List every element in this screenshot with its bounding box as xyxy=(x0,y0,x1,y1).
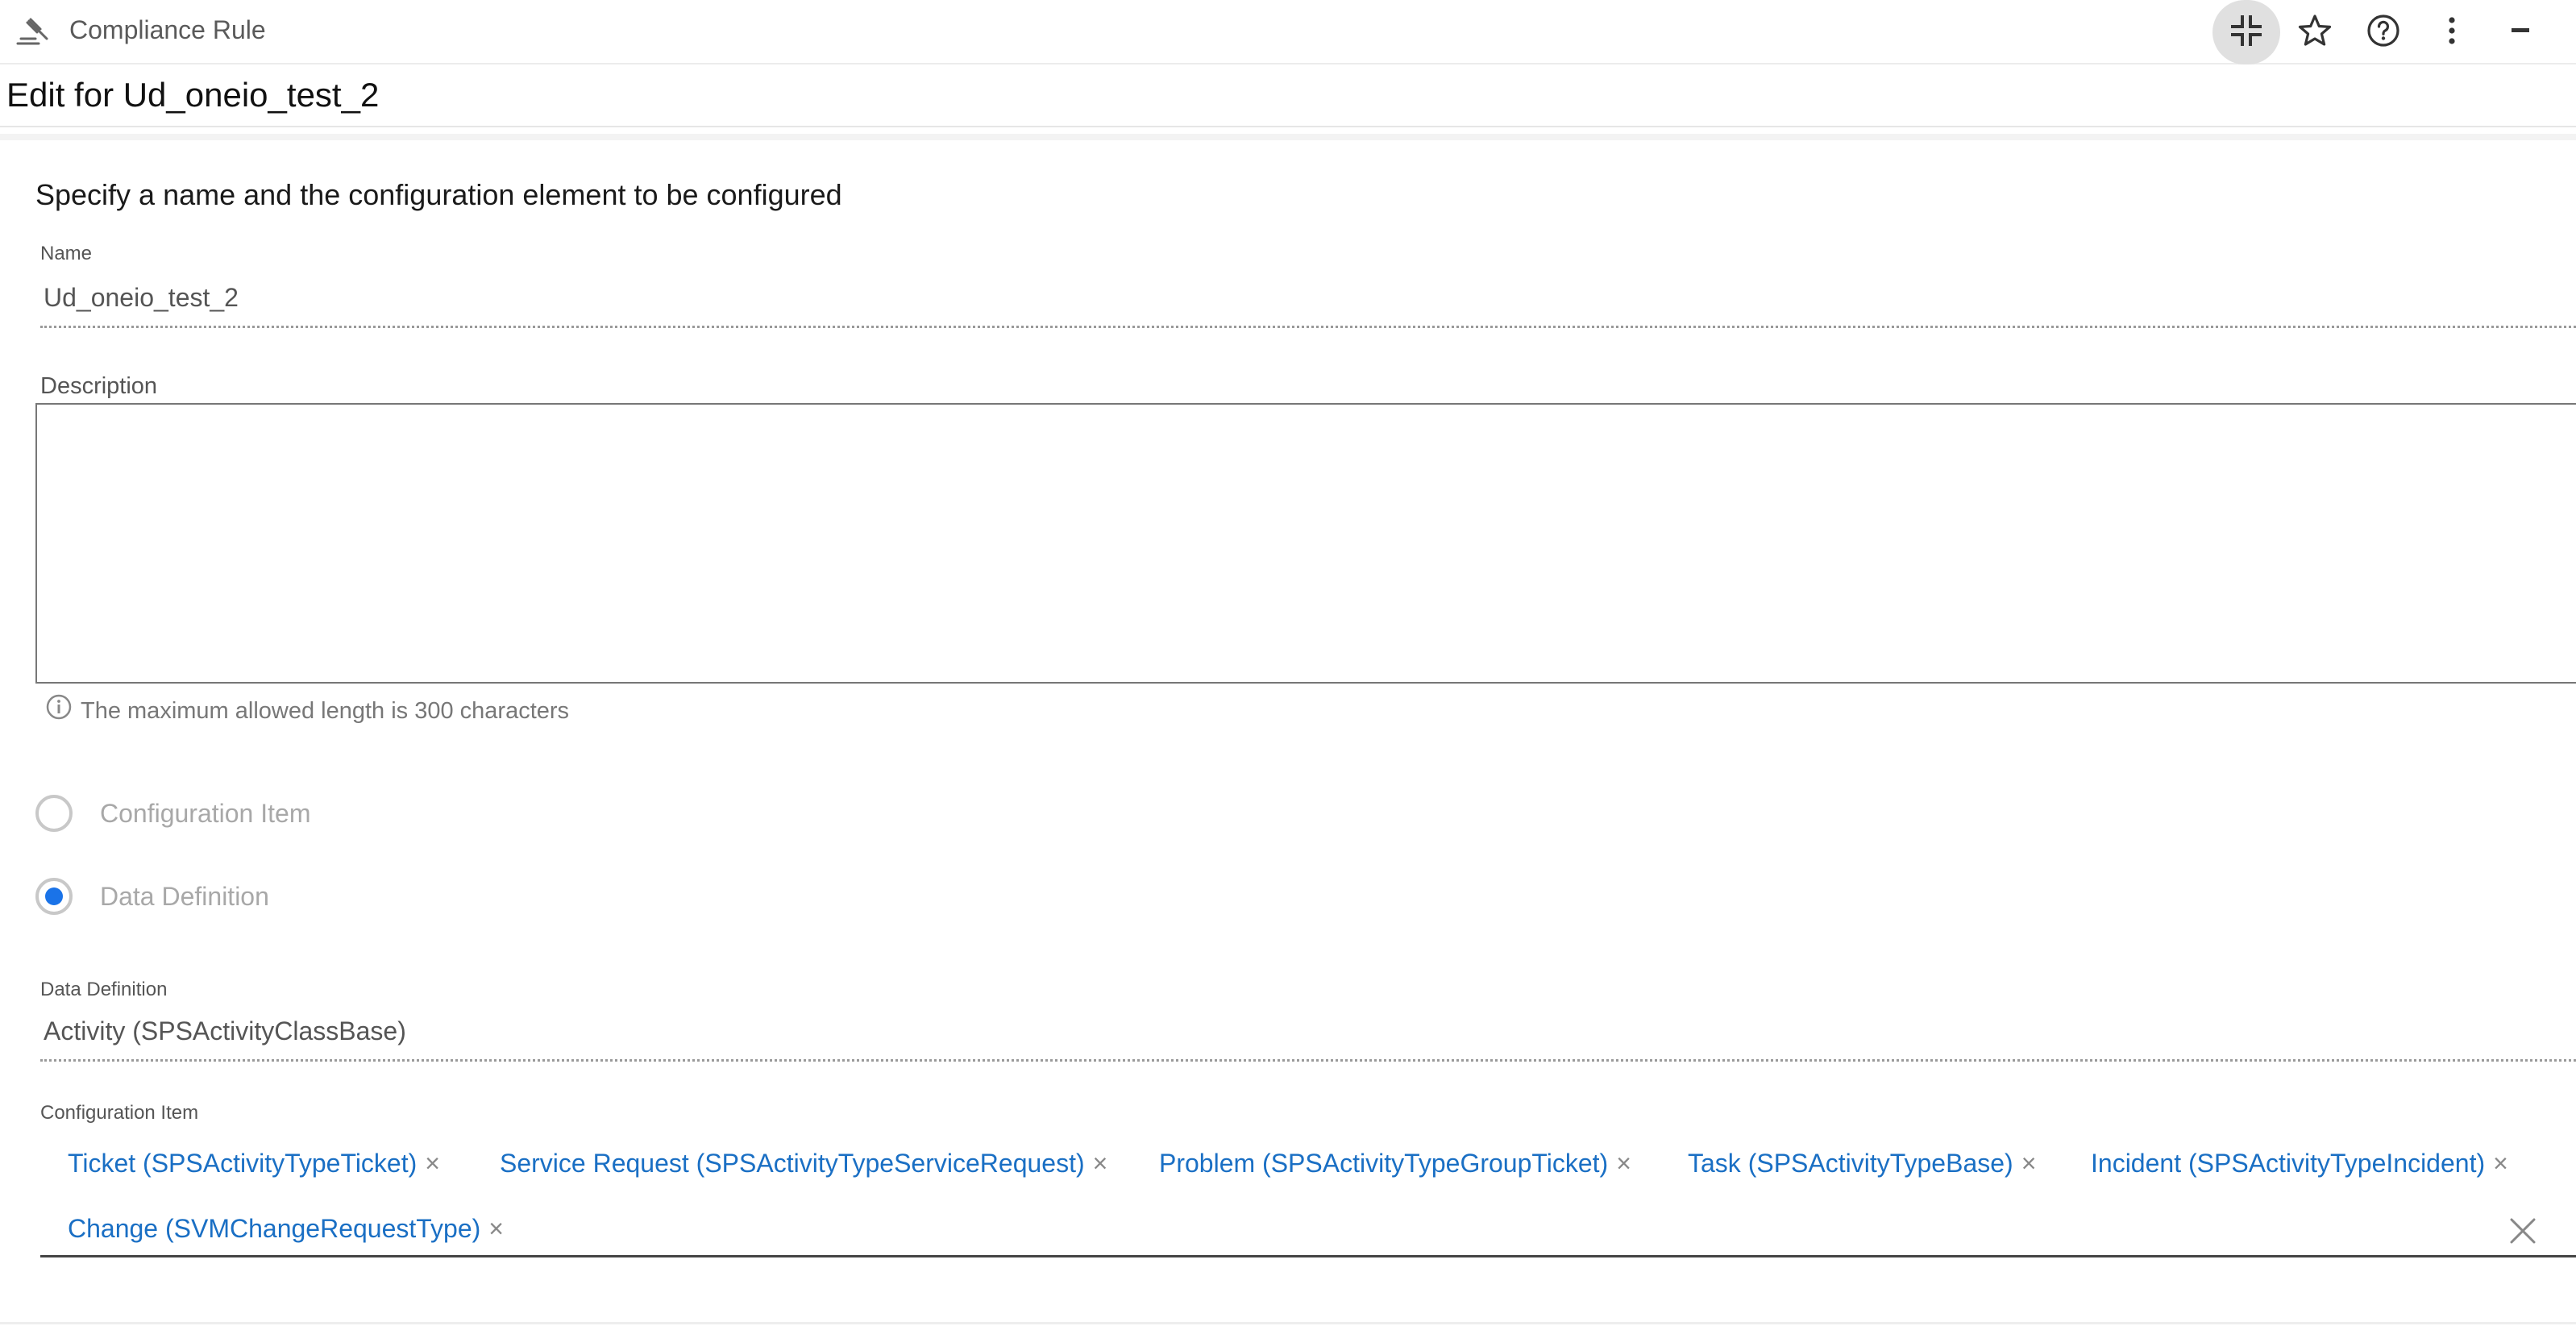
chip: Incident (SPSActivityTypeIncident) × xyxy=(2091,1147,2508,1179)
collapse-button[interactable] xyxy=(2212,0,2280,64)
app-title: Compliance Rule xyxy=(69,15,266,44)
chip-label: Problem (SPSActivityTypeGroupTicket) xyxy=(1159,1149,1609,1178)
data-definition-input[interactable]: Activity (SPSActivityClassBase) xyxy=(44,1016,406,1046)
more-options-button[interactable] xyxy=(2418,0,2486,64)
name-underline xyxy=(40,326,2576,328)
configuration-item-label: Configuration Item xyxy=(40,1102,199,1124)
info-icon xyxy=(45,693,73,728)
favorite-button[interactable] xyxy=(2281,0,2349,64)
name-input[interactable]: Ud_oneio_test_2 xyxy=(44,282,239,313)
radio-button[interactable] xyxy=(35,795,73,832)
radio-label: Data Definition xyxy=(100,882,269,911)
radio-label: Configuration Item xyxy=(100,799,311,828)
clear-all-icon[interactable] xyxy=(2507,1215,2539,1247)
radio-data-definition[interactable]: Data Definition xyxy=(35,878,269,915)
chip: Service Request (SPSActivityTypeServiceR… xyxy=(500,1147,1107,1179)
chip-label: Change (SVMChangeRequestType) xyxy=(68,1214,481,1243)
name-label: Name xyxy=(40,243,93,264)
chip-label: Task (SPSActivityTypeBase) xyxy=(1688,1149,2013,1178)
close-icon[interactable]: × xyxy=(2021,1147,2037,1179)
top-bar: Compliance Rule xyxy=(0,0,2576,64)
section-title: Specify a name and the configuration ele… xyxy=(35,178,842,211)
minimize-button[interactable] xyxy=(2487,0,2554,64)
more-vertical-icon xyxy=(2433,12,2470,53)
chip-label: Incident (SPSActivityTypeIncident) xyxy=(2091,1149,2486,1178)
close-icon[interactable]: × xyxy=(425,1147,440,1179)
close-icon[interactable]: × xyxy=(1093,1147,1108,1179)
collapse-icon xyxy=(2228,12,2265,53)
page-header: Edit for Ud_oneio_test_2 xyxy=(0,64,2576,127)
hint-text: The maximum allowed length is 300 charac… xyxy=(81,697,570,724)
divider xyxy=(0,1322,2576,1324)
close-icon[interactable]: × xyxy=(2493,1147,2508,1179)
data-definition-label: Data Definition xyxy=(40,979,168,1000)
gavel-icon xyxy=(15,13,52,48)
help-icon xyxy=(2365,12,2402,53)
description-textarea[interactable] xyxy=(35,403,2576,684)
description-hint: The maximum allowed length is 300 charac… xyxy=(45,693,569,728)
minimize-icon xyxy=(2502,12,2539,53)
chip: Problem (SPSActivityTypeGroupTicket) × xyxy=(1159,1147,1631,1179)
chip: Change (SVMChangeRequestType) × xyxy=(68,1212,504,1245)
radio-button[interactable] xyxy=(35,878,73,915)
description-label: Description xyxy=(40,373,158,399)
divider xyxy=(0,134,2576,140)
radio-configuration-item[interactable]: Configuration Item xyxy=(35,795,310,832)
chip-label: Ticket (SPSActivityTypeTicket) xyxy=(68,1149,418,1178)
close-icon[interactable]: × xyxy=(488,1212,504,1245)
chip: Task (SPSActivityTypeBase) × xyxy=(1688,1147,2036,1179)
help-button[interactable] xyxy=(2350,0,2417,64)
star-icon xyxy=(2296,12,2333,53)
chip: Ticket (SPSActivityTypeTicket) × xyxy=(68,1147,440,1179)
chip-label: Service Request (SPSActivityTypeServiceR… xyxy=(500,1149,1085,1178)
close-icon[interactable]: × xyxy=(1616,1147,1631,1179)
configuration-item-select[interactable]: Ticket (SPSActivityTypeTicket) × Service… xyxy=(40,1129,2576,1257)
page-title: Edit for Ud_oneio_test_2 xyxy=(6,76,380,114)
data-definition-underline xyxy=(40,1059,2576,1062)
